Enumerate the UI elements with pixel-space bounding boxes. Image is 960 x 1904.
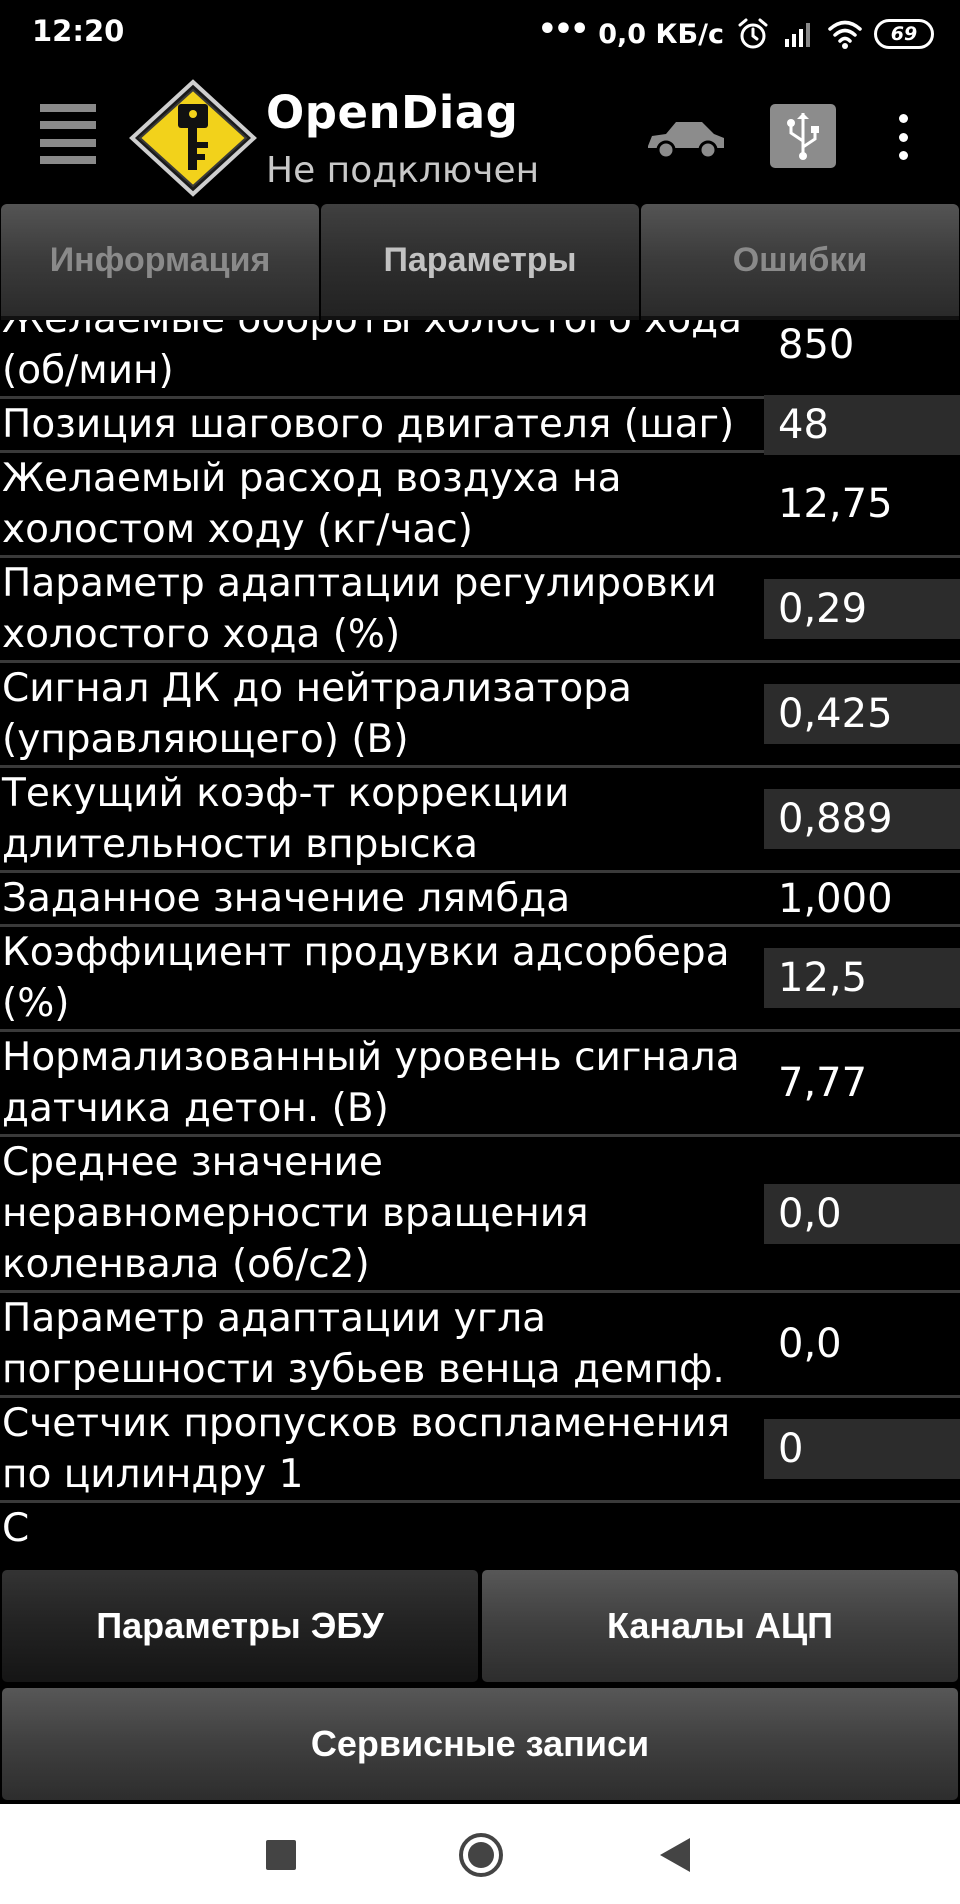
battery-icon: 69 bbox=[874, 19, 934, 49]
parameter-row[interactable]: Среднее значение неравномерности вращени… bbox=[0, 1137, 960, 1293]
connection-status: Не подключен bbox=[266, 150, 540, 191]
parameter-value: 7,77 bbox=[778, 1060, 868, 1106]
parameter-value: 0,889 bbox=[764, 789, 960, 849]
parameter-name: Счетчик пропусков воспламенения по цилин… bbox=[2, 1401, 731, 1497]
tab-errors[interactable]: Ошибки bbox=[641, 204, 959, 320]
parameter-name: Текущий коэф-т коррекции длительности вп… bbox=[2, 771, 570, 867]
parameter-value: 0,0 bbox=[778, 1321, 842, 1367]
parameter-name: Желаемый расход воздуха на холостом ходу… bbox=[2, 456, 622, 552]
parameter-name: Сигнал ДК до нейтрализатора (управляющег… bbox=[2, 666, 632, 762]
parameter-value: 0 bbox=[764, 1419, 960, 1479]
status-icons: ••• 0,0 КБ/с 69 bbox=[538, 12, 934, 56]
parameter-name: Желаемые обороты холостого хода (об/мин) bbox=[2, 320, 742, 393]
parameter-value: 12,75 bbox=[778, 481, 893, 527]
menu-icon[interactable] bbox=[36, 98, 100, 170]
parameter-name: С bbox=[2, 1506, 30, 1551]
status-bar: 12:20 ••• 0,0 КБ/с 69 bbox=[0, 0, 960, 68]
back-icon[interactable] bbox=[660, 1838, 690, 1872]
parameter-value: 12,5 bbox=[764, 948, 960, 1008]
more-vert-icon[interactable] bbox=[888, 114, 918, 160]
parameter-name: Позиция шагового двигателя (шаг) bbox=[2, 402, 735, 447]
parameter-name: Параметр адаптации угла погрешности зубь… bbox=[2, 1296, 725, 1392]
tab-bar: Информация Параметры Ошибки bbox=[0, 204, 960, 320]
parameter-value: 0,0 bbox=[764, 1183, 960, 1244]
parameter-row[interactable]: Параметр адаптации угла погрешности зубь… bbox=[0, 1293, 960, 1398]
parameter-row[interactable]: С bbox=[0, 1503, 960, 1554]
status-time: 12:20 bbox=[32, 14, 125, 48]
parameter-value: 48 bbox=[764, 394, 960, 455]
app-toolbar: OpenDiag Не подключен bbox=[0, 68, 960, 202]
parameter-row[interactable]: Коэффициент продувки адсорбера (%) 12,5 bbox=[0, 927, 960, 1032]
system-nav-bar bbox=[0, 1804, 960, 1904]
parameter-value: 850 bbox=[778, 322, 855, 368]
recents-icon[interactable] bbox=[266, 1840, 296, 1870]
parameter-row[interactable]: Счетчик пропусков воспламенения по цилин… bbox=[0, 1398, 960, 1503]
parameter-name: Заданное значение лямбда bbox=[2, 876, 571, 921]
tab-information[interactable]: Информация bbox=[1, 204, 319, 320]
alarm-icon bbox=[738, 18, 768, 49]
parameter-list[interactable]: Желаемые обороты холостого хода (об/мин)… bbox=[0, 320, 960, 1554]
parameter-list-content: Желаемые обороты холостого хода (об/мин)… bbox=[0, 320, 960, 1554]
parameter-value: 1,000 bbox=[778, 875, 893, 922]
usb-icon bbox=[787, 113, 819, 160]
parameter-value: 0,29 bbox=[764, 579, 960, 639]
parameter-row[interactable]: Желаемые обороты холостого хода (об/мин)… bbox=[0, 320, 960, 399]
parameter-row[interactable]: Текущий коэф-т коррекции длительности вп… bbox=[0, 768, 960, 873]
home-icon[interactable] bbox=[459, 1833, 503, 1877]
wifi-icon bbox=[828, 20, 862, 49]
notification-dots: ••• bbox=[537, 12, 590, 47]
parameter-name: Нормализованный уровень сигнала датчика … bbox=[2, 1035, 740, 1131]
parameter-row[interactable]: Нормализованный уровень сигнала датчика … bbox=[0, 1032, 960, 1137]
parameter-name: Параметр адаптации регулировки холостого… bbox=[2, 561, 717, 657]
service-records-button[interactable]: Сервисные записи bbox=[2, 1688, 958, 1800]
signal-icon bbox=[785, 23, 810, 47]
parameter-name: Среднее значение неравномерности вращени… bbox=[2, 1140, 589, 1287]
car-icon[interactable] bbox=[644, 112, 728, 162]
parameter-name: Коэффициент продувки адсорбера (%) bbox=[2, 930, 730, 1026]
parameter-row[interactable]: Желаемый расход воздуха на холостом ходу… bbox=[0, 453, 960, 558]
network-speed: 0,0 КБ/с bbox=[598, 18, 724, 50]
key-logo-icon bbox=[129, 79, 257, 197]
tab-parameters[interactable]: Параметры bbox=[321, 204, 639, 320]
parameter-value bbox=[764, 1499, 960, 1555]
parameter-value: 0,425 bbox=[764, 684, 960, 744]
parameter-row[interactable]: Заданное значение лямбда 1,000 bbox=[0, 873, 960, 927]
usb-button[interactable] bbox=[770, 104, 836, 168]
parameter-row[interactable]: Позиция шагового двигателя (шаг) 48 bbox=[0, 394, 960, 455]
bottom-button-panel: Параметры ЭБУ Каналы АЦП Сервисные запис… bbox=[0, 1554, 960, 1804]
parameter-row[interactable]: Сигнал ДК до нейтрализатора (управляющег… bbox=[0, 663, 960, 768]
parameter-row[interactable]: Параметр адаптации регулировки холостого… bbox=[0, 558, 960, 663]
app-title: OpenDiag bbox=[266, 86, 519, 139]
ecu-parameters-button[interactable]: Параметры ЭБУ bbox=[2, 1570, 478, 1682]
adc-channels-button[interactable]: Каналы АЦП bbox=[482, 1570, 958, 1682]
